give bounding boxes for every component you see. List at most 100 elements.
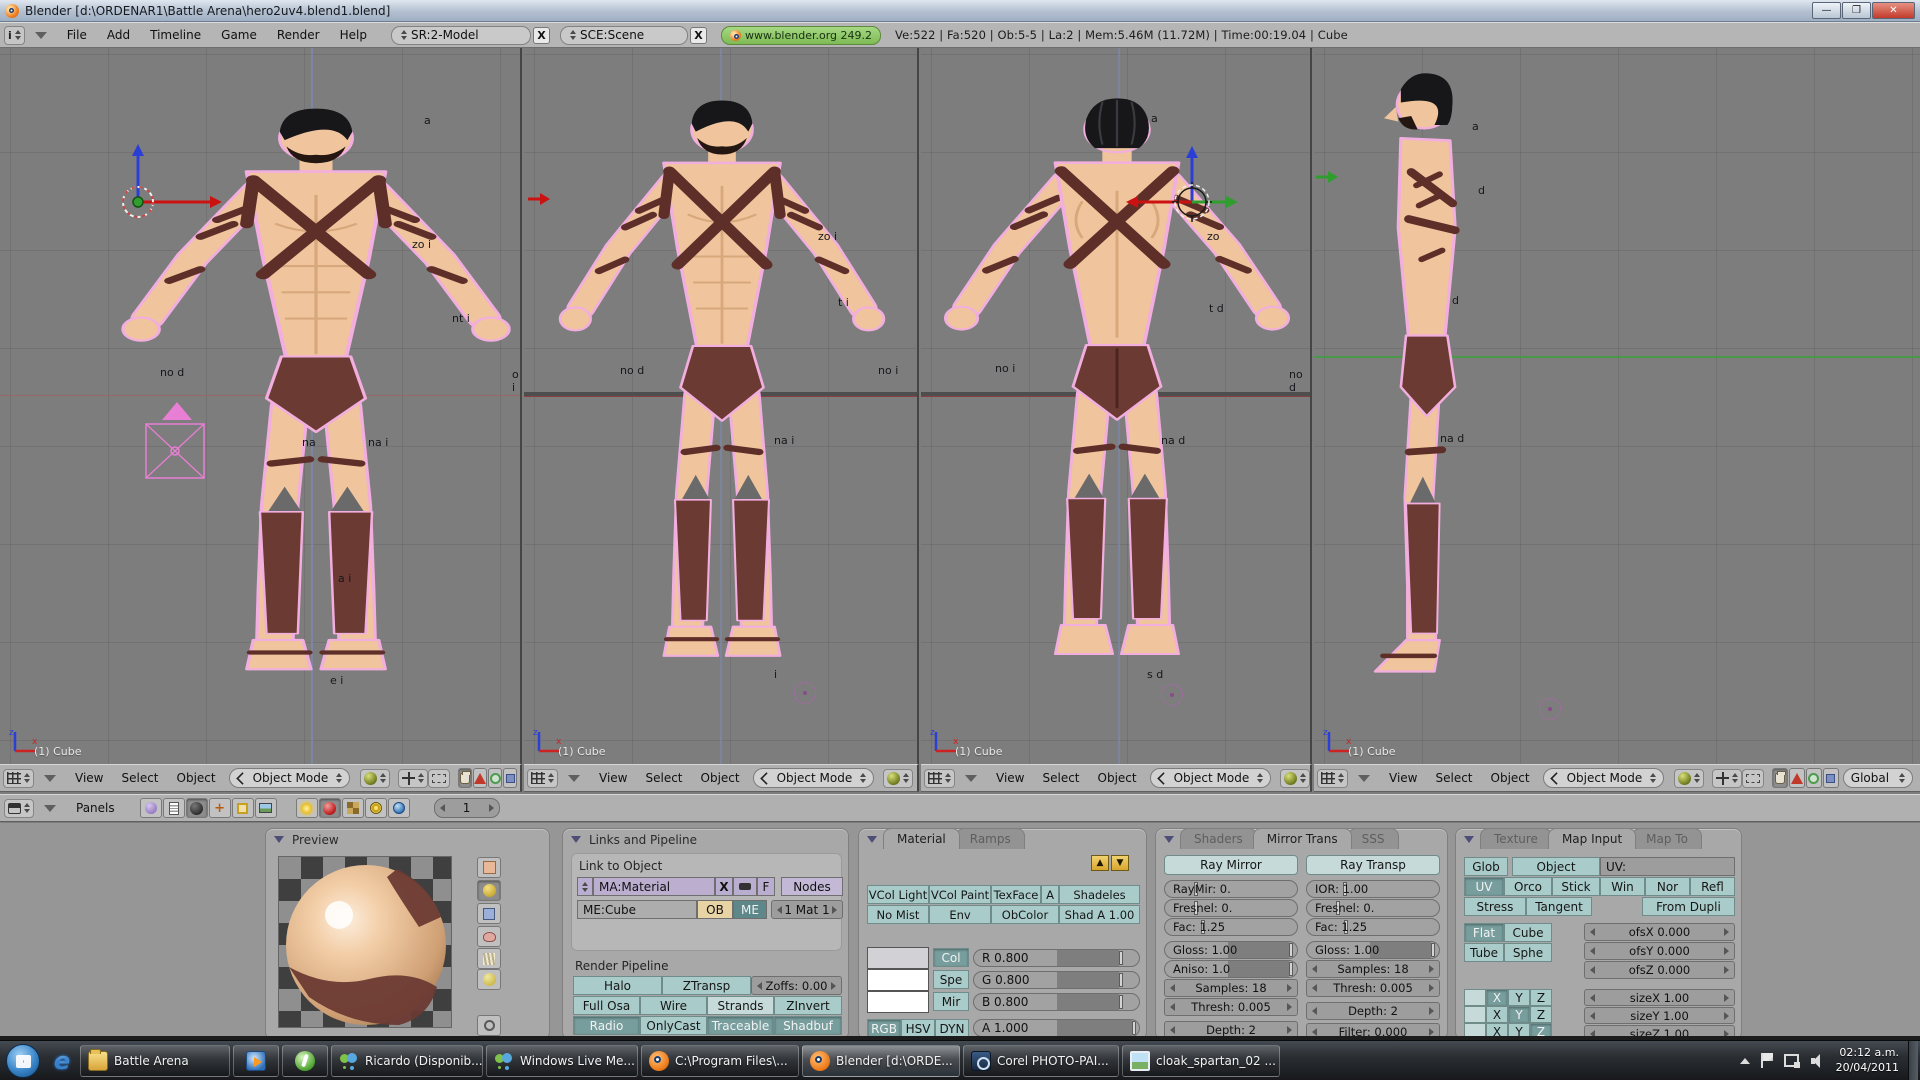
orco-button[interactable]: Orco (1504, 877, 1552, 896)
window-titlebar[interactable]: Blender [d:\ORDENAR1\Battle Arena\hero2u… (0, 0, 1920, 22)
preview-sphere-button[interactable] (477, 880, 501, 901)
tab-mirror-transp[interactable]: Mirror Trans (1253, 828, 1352, 849)
view-menu[interactable]: View (66, 771, 112, 785)
world-subcontext-button[interactable] (388, 798, 410, 818)
lamp-subcontext-button[interactable] (296, 798, 318, 818)
no-mist-button[interactable]: No Mist (867, 905, 929, 924)
mode-stepper[interactable] (1650, 773, 1656, 783)
sizey-field[interactable]: sizeY 1.00 (1584, 1007, 1735, 1024)
material-name-field[interactable]: MA:Material (593, 877, 715, 896)
material-index-field[interactable]: 1 Mat 1 (771, 900, 843, 919)
texture-subcontext-button[interactable] (342, 798, 364, 818)
vcol-paint-button[interactable]: VCol Paint (929, 885, 991, 904)
show-desktop-button[interactable] (1908, 1041, 1918, 1080)
action-center-icon[interactable] (1761, 1053, 1773, 1068)
volume-icon[interactable] (1811, 1054, 1825, 1068)
tab-sss[interactable]: SSS (1348, 828, 1399, 849)
lamp-object[interactable] (794, 682, 816, 704)
draw-type-button[interactable] (360, 769, 390, 788)
viewport-type-stepper[interactable] (1338, 773, 1344, 783)
viewport-type-stepper[interactable] (24, 773, 30, 783)
mode-stepper[interactable] (860, 773, 866, 783)
menu-timeline[interactable]: Timeline (140, 28, 211, 42)
quicklaunch-ie[interactable]: e (47, 1046, 77, 1076)
header-scroll-left[interactable]: ‹ (917, 769, 919, 788)
collapse-triangle-icon[interactable] (867, 836, 877, 843)
tube-button[interactable]: Tube (1464, 943, 1504, 962)
gloss-tra-slider[interactable]: Gloss: 1.00 (1306, 941, 1440, 959)
shadeless-button[interactable]: Shadeles (1059, 885, 1140, 904)
viewport-type-stepper[interactable] (945, 773, 951, 783)
select-menu[interactable]: Select (1033, 771, 1088, 785)
pivot-stepper[interactable] (1732, 773, 1738, 783)
draw-type-stepper[interactable] (380, 773, 386, 783)
scale-manipulator-button[interactable] (488, 768, 502, 788)
manipulator-toggle-button[interactable] (428, 769, 450, 788)
collapse-triangle-icon[interactable] (1464, 836, 1474, 843)
editing-context-button[interactable] (232, 798, 254, 818)
select-menu[interactable]: Select (1426, 771, 1481, 785)
transform-manipulator[interactable] (62, 140, 232, 280)
texface-button[interactable]: TexFace (991, 885, 1041, 904)
task-media-player[interactable] (233, 1045, 279, 1077)
strands-button[interactable]: Strands (707, 996, 774, 1015)
preview-monkey-button[interactable] (477, 926, 501, 947)
obcolor-button[interactable]: ObColor (991, 905, 1059, 924)
cube-button[interactable]: Cube (1504, 923, 1552, 942)
tab-texture[interactable]: Texture (1480, 828, 1552, 849)
a-button[interactable]: A (1041, 885, 1059, 904)
specular-color-swatch[interactable] (867, 969, 929, 991)
mode-stepper[interactable] (1257, 773, 1263, 783)
select-menu[interactable]: Select (112, 771, 167, 785)
task-battle-arena[interactable]: Battle Arena (80, 1045, 230, 1077)
buttons-menu-icon[interactable] (44, 805, 56, 812)
radiosity-subcontext-button[interactable] (365, 798, 387, 818)
stress-button[interactable]: Stress (1464, 897, 1526, 916)
screen-stepper[interactable] (401, 30, 407, 40)
material-move-up-button[interactable]: ▲ (1091, 855, 1109, 871)
ofsz-field[interactable]: ofsZ 0.000 (1584, 961, 1735, 979)
ofsx-field[interactable]: ofsX 0.000 (1584, 923, 1735, 941)
viewport-3[interactable]: azot dno dno ina ds d (1) Cube (921, 48, 1312, 764)
orientation-dropdown[interactable]: Global (1843, 768, 1913, 788)
axis-y-2[interactable]: Y (1508, 1006, 1530, 1023)
fac-tra-slider[interactable]: Fac: 1.25 (1306, 918, 1440, 936)
g-slider[interactable]: G 0.800 (973, 971, 1140, 989)
raymir-slider[interactable]: RayMir: 0. (1164, 880, 1298, 898)
view-menu[interactable]: View (1380, 771, 1426, 785)
uv-layer-field[interactable]: UV: (1600, 857, 1735, 876)
alpha-slider[interactable]: A 1.000 (973, 1019, 1140, 1037)
preview-hair-button[interactable] (477, 948, 501, 969)
aniso-slider[interactable]: Aniso: 1.0 (1164, 960, 1298, 978)
samples-tra-field[interactable]: Samples: 18 (1306, 960, 1440, 978)
mode-dropdown[interactable]: Object Mode (753, 768, 875, 788)
square-manipulator-button[interactable] (1823, 768, 1839, 788)
view-menu[interactable]: View (590, 771, 636, 785)
material-move-down-button[interactable]: ▼ (1111, 855, 1129, 871)
frame-number-field[interactable]: 1 (434, 798, 500, 818)
wire-button[interactable]: Wire (640, 996, 707, 1015)
select-menu[interactable]: Select (636, 771, 691, 785)
tray-expand-icon[interactable] (1740, 1058, 1750, 1064)
radio-button[interactable]: Radio (573, 1016, 640, 1035)
material-subcontext-button[interactable] (319, 798, 341, 818)
tab-map-to[interactable]: Map To (1632, 828, 1702, 849)
header-menu-icon[interactable] (965, 775, 977, 782)
empty-image-object[interactable] (140, 398, 214, 526)
b-slider[interactable]: B 0.800 (973, 993, 1140, 1011)
me-link-button[interactable]: ME (733, 900, 767, 919)
menu-file[interactable]: File (57, 28, 97, 42)
draw-type-stepper[interactable] (1694, 773, 1700, 783)
header-menu-icon[interactable] (1358, 775, 1370, 782)
object-coords-button[interactable]: Object (1512, 857, 1600, 876)
pivot-button[interactable] (398, 769, 428, 788)
mode-dropdown[interactable]: Object Mode (1543, 768, 1665, 788)
viewport-type-button[interactable] (3, 769, 34, 788)
viewport-4[interactable]: addna d (1) Cube (1314, 48, 1920, 764)
tab-material[interactable]: Material (883, 828, 960, 849)
spe-button[interactable]: Spe (933, 970, 969, 989)
logic-context-button[interactable] (140, 798, 162, 818)
translate-manipulator-button[interactable] (458, 768, 472, 788)
square-manipulator-button[interactable] (503, 768, 517, 788)
lamp-object[interactable] (1539, 698, 1561, 720)
